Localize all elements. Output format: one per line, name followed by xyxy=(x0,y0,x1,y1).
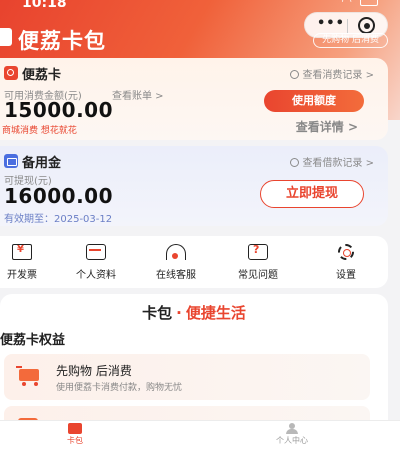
card1-slogan: 商城消费 想花就花 xyxy=(2,126,77,136)
close-target-icon[interactable] xyxy=(358,17,375,34)
bianli-card-icon xyxy=(4,66,18,80)
headset-icon xyxy=(166,244,186,260)
view-bill-link[interactable]: 查看账单 > xyxy=(112,87,164,102)
section-heading: 卡包 · 便捷生活 xyxy=(0,302,388,323)
wallet-logo-icon xyxy=(0,28,12,46)
quick-action-label: 开发票 xyxy=(7,270,37,281)
quick-action-service[interactable]: 在线客服 xyxy=(146,244,206,281)
quick-action-label: 个人资料 xyxy=(76,270,116,281)
user-icon xyxy=(285,423,299,434)
clock-icon xyxy=(290,70,300,79)
rights-item[interactable]: 先购物 后消费 使用便荔卡消费付款，购物无忧 xyxy=(4,354,370,400)
quick-actions-bar: 开发票 个人资料 在线客服 常见问题 设置 xyxy=(0,236,388,288)
heading-dot: · xyxy=(176,304,182,322)
consumption-record-label[interactable]: 查看消费记录 > xyxy=(302,70,374,81)
battery-icon xyxy=(360,0,378,6)
card1-title: 便荔卡 xyxy=(22,68,62,83)
more-icon[interactable]: ••• xyxy=(317,16,345,31)
loan-record-link[interactable]: 查看借款记录 > xyxy=(290,154,374,169)
invoice-icon xyxy=(12,244,32,260)
rights-item-title: 先购物 后消费 xyxy=(56,364,132,378)
card1-amount: 15000.00 xyxy=(4,98,114,122)
reserve-fund-icon xyxy=(4,154,18,168)
rights-item-desc: 使用便荔卡消费付款，购物无忧 xyxy=(56,383,183,393)
profile-card-icon xyxy=(86,244,106,260)
rights-title: 便荔卡权益 xyxy=(0,333,66,348)
bianli-card-panel: 便荔卡 查看消费记录 > 可用消费金额(元) 查看账单 > 15000.00 商… xyxy=(0,58,388,140)
tab-label: 个人中心 xyxy=(276,436,308,445)
header-slogan: 先购物 后消费 xyxy=(313,33,388,48)
quick-action-invoice[interactable]: 开发票 xyxy=(0,244,52,281)
quick-action-settings[interactable]: 设置 xyxy=(316,244,376,281)
capsule-divider xyxy=(347,19,348,33)
heading-right: 便捷生活 xyxy=(185,304,246,322)
clock-icon xyxy=(290,158,300,167)
bottom-tab-bar: 卡包 个人中心 xyxy=(0,420,400,450)
tab-label: 卡包 xyxy=(67,436,83,445)
loan-record-label[interactable]: 查看借款记录 > xyxy=(302,158,374,169)
validity-date: 有效期至：2025-03-12 xyxy=(4,214,113,225)
quick-action-label: 常见问题 xyxy=(238,270,278,281)
card-wallet-icon xyxy=(68,423,82,434)
quick-action-label: 设置 xyxy=(336,270,356,281)
reserve-fund-panel: 备用金 查看借款记录 > 可提现(元) 16000.00 有效期至：2025-0… xyxy=(0,146,388,226)
withdraw-now-button[interactable]: 立即提现 xyxy=(260,180,364,208)
faq-icon xyxy=(248,243,268,260)
heading-left: 卡包 xyxy=(142,304,173,322)
gear-icon xyxy=(338,244,354,260)
card2-title: 备用金 xyxy=(22,156,62,171)
quick-action-profile[interactable]: 个人资料 xyxy=(66,244,126,281)
consumption-record-link[interactable]: 查看消费记录 > xyxy=(290,66,374,81)
app-title: 便荔卡包 xyxy=(18,29,106,53)
status-time: 10:18 xyxy=(22,0,67,11)
tab-personal-center[interactable]: 个人中心 xyxy=(252,423,332,446)
use-quota-button[interactable]: 使用额度 xyxy=(264,90,364,112)
quick-action-label: 在线客服 xyxy=(156,270,196,281)
card2-amount: 16000.00 xyxy=(4,184,114,208)
view-details-link[interactable]: 查看详情 > xyxy=(296,118,358,135)
quick-action-faq[interactable]: 常见问题 xyxy=(228,243,288,281)
tab-card-pack[interactable]: 卡包 xyxy=(35,423,115,446)
wifi-icon: ◠ xyxy=(341,0,352,8)
shopping-cart-icon xyxy=(16,366,42,386)
